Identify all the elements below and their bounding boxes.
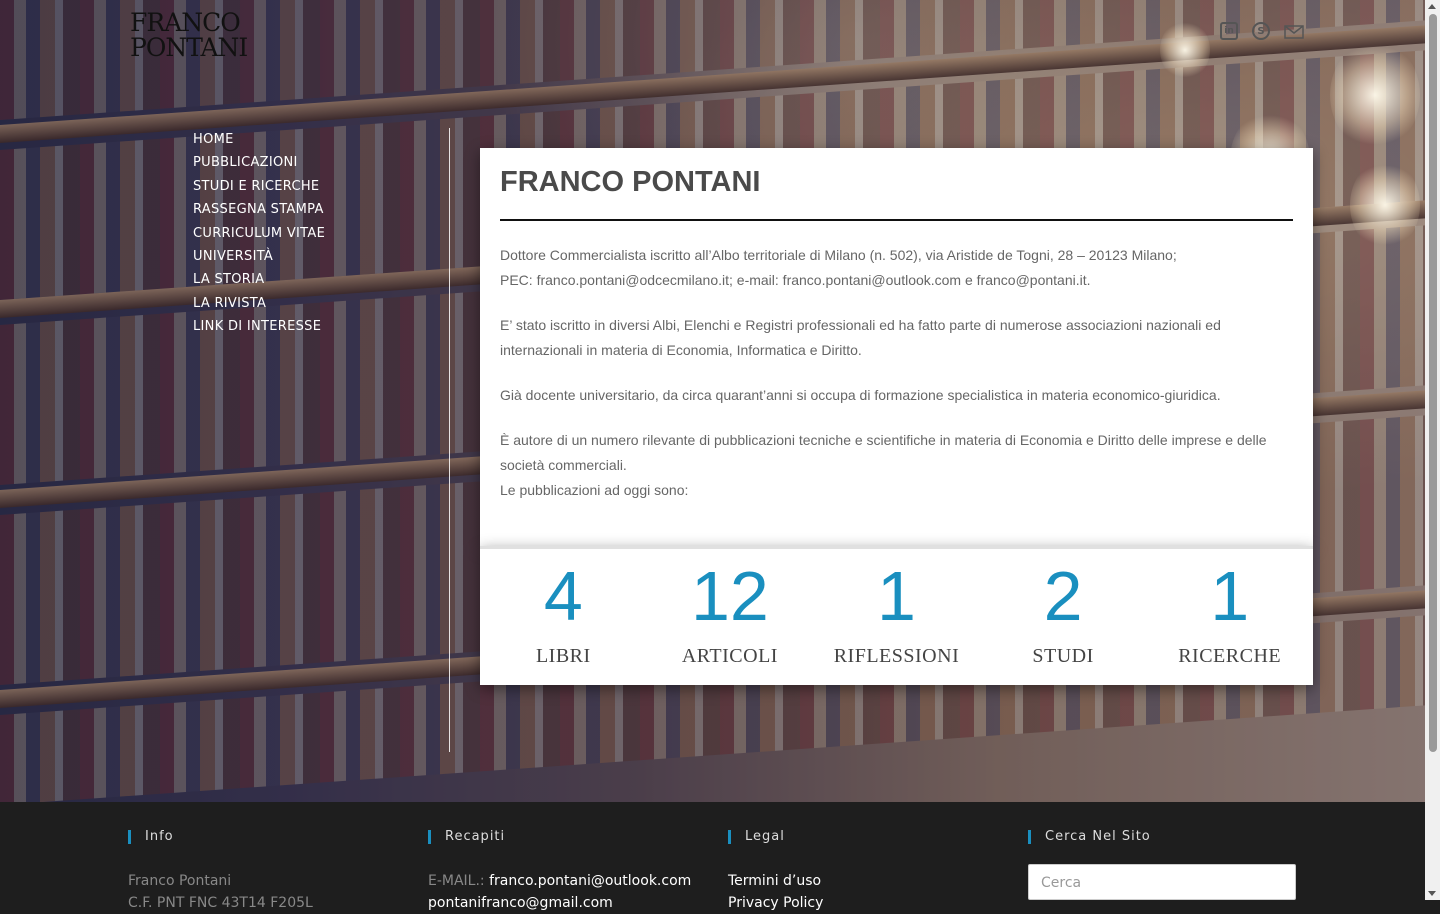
counter-value: 2 bbox=[1043, 557, 1083, 635]
nav-item-home[interactable]: HOME bbox=[193, 128, 325, 151]
nav-item-curriculum-vitae[interactable]: CURRICULUM VITAE bbox=[193, 222, 325, 245]
counter-libri[interactable]: 4 LIBRI bbox=[480, 549, 647, 685]
footer-email-link[interactable]: franco.pontani@outlook.com bbox=[489, 873, 691, 889]
nav-item-rassegna-stampa[interactable]: RASSEGNA STAMPA bbox=[193, 198, 325, 221]
counter-label: ARTICOLI bbox=[681, 645, 778, 667]
paragraph-publications: È autore di un numero rilevante di pubbl… bbox=[500, 428, 1295, 503]
counter-riflessioni[interactable]: 1 RIFLESSIONI bbox=[813, 549, 980, 685]
scroll-down-icon[interactable] bbox=[1428, 891, 1436, 896]
footer-info: Info Franco Pontani C.F. PNT FNC 43T14 F… bbox=[128, 830, 313, 914]
counter-value: 1 bbox=[877, 557, 916, 635]
scroll-up-icon[interactable] bbox=[1428, 4, 1436, 9]
search-input[interactable]: Cerca bbox=[1028, 864, 1296, 900]
skype-icon[interactable]: S bbox=[1252, 22, 1270, 40]
nav-item-link-di-interesse[interactable]: LINK DI INTERESSE bbox=[193, 315, 325, 338]
footer-link-privacy[interactable]: Privacy Policy bbox=[728, 892, 823, 914]
page-title: FRANCO PONTANI bbox=[500, 166, 761, 198]
title-divider bbox=[500, 219, 1293, 221]
counter-value: 4 bbox=[543, 557, 583, 635]
linkedin-icon[interactable]: in bbox=[1220, 22, 1238, 40]
logo-line-2: PONTANI bbox=[130, 33, 248, 62]
mail-icon[interactable] bbox=[1284, 22, 1304, 42]
footer-heading-info: Info bbox=[128, 830, 313, 844]
page-scrollbar[interactable] bbox=[1425, 0, 1440, 900]
site-logo[interactable]: FRANCO PONTANI bbox=[130, 8, 248, 62]
footer-email-link-2[interactable]: pontanifranco@gmail.com bbox=[428, 892, 691, 914]
paragraph-contacts: Dottore Commercialista iscritto all’Albo… bbox=[500, 243, 1295, 293]
counter-label: STUDI bbox=[1032, 645, 1094, 667]
paragraph-teaching: Già docente universitario, da circa quar… bbox=[500, 387, 1221, 403]
nav-item-universita[interactable]: UNIVERSITÀ bbox=[193, 245, 325, 268]
scrollbar-thumb[interactable] bbox=[1429, 14, 1437, 752]
footer-email-row: E-MAIL.: franco.pontani@outlook.com bbox=[428, 870, 691, 892]
publications-text: È autore di un numero rilevante di pubbl… bbox=[500, 432, 1267, 473]
nav-item-studi-e-ricerche[interactable]: STUDI E RICERCHE bbox=[193, 175, 325, 198]
counter-label: LIBRI bbox=[535, 645, 591, 667]
contact-address: Dottore Commercialista iscritto all’Albo… bbox=[500, 247, 1177, 263]
footer-legal: Legal Termini d’uso Privacy Policy bbox=[728, 830, 823, 914]
counter-studi[interactable]: 2 STUDI bbox=[980, 549, 1147, 685]
nav-divider bbox=[449, 128, 450, 752]
social-links: in S bbox=[1220, 22, 1304, 42]
publications-intro: Le pubblicazioni ad oggi sono: bbox=[500, 482, 689, 498]
intro-text: Dottore Commercialista iscritto all’Albo… bbox=[500, 243, 1295, 503]
nav-item-la-rivista[interactable]: LA RIVISTA bbox=[193, 292, 325, 315]
counter-articoli[interactable]: 12 ARTICOLI bbox=[647, 549, 814, 685]
site-footer: Info Franco Pontani C.F. PNT FNC 43T14 F… bbox=[0, 802, 1425, 911]
publication-counters: 4 LIBRI 12 ARTICOLI 1 RIFLESSIONI 2 STUD… bbox=[480, 546, 1313, 685]
nav-item-la-storia[interactable]: LA STORIA bbox=[193, 268, 325, 291]
logo-line-1: FRANCO bbox=[130, 8, 241, 37]
counter-label: RICERCHE bbox=[1178, 645, 1282, 667]
footer-link-terms[interactable]: Termini d’uso bbox=[728, 870, 823, 892]
footer-heading-search: Cerca Nel Sito bbox=[1028, 830, 1296, 844]
footer-email-label: E-MAIL.: bbox=[428, 873, 485, 889]
counter-value: 1 bbox=[1210, 557, 1250, 635]
counter-value: 12 bbox=[690, 557, 769, 635]
contact-emails: PEC: franco.pontani@odcecmilano.it; e-ma… bbox=[500, 272, 1091, 288]
intro-card: FRANCO PONTANI Dottore Commercialista is… bbox=[480, 148, 1313, 546]
footer-info-name: Franco Pontani bbox=[128, 873, 232, 889]
footer-recapiti: Recapiti E-MAIL.: franco.pontani@outlook… bbox=[428, 830, 691, 914]
footer-info-cf: C.F. PNT FNC 43T14 F205L bbox=[128, 895, 313, 911]
footer-heading-legal: Legal bbox=[728, 830, 823, 844]
counter-label: RIFLESSIONI bbox=[833, 645, 960, 667]
nav-item-pubblicazioni[interactable]: PUBBLICAZIONI bbox=[193, 151, 325, 174]
paragraph-registrations: E’ stato iscritto in diversi Albi, Elenc… bbox=[500, 317, 1221, 358]
footer-search: Cerca Nel Sito Cerca bbox=[1028, 830, 1296, 900]
counter-ricerche[interactable]: 1 RICERCHE bbox=[1146, 549, 1313, 685]
footer-heading-recapiti: Recapiti bbox=[428, 830, 691, 844]
main-nav: HOME PUBBLICAZIONI STUDI E RICERCHE RASS… bbox=[193, 128, 325, 339]
